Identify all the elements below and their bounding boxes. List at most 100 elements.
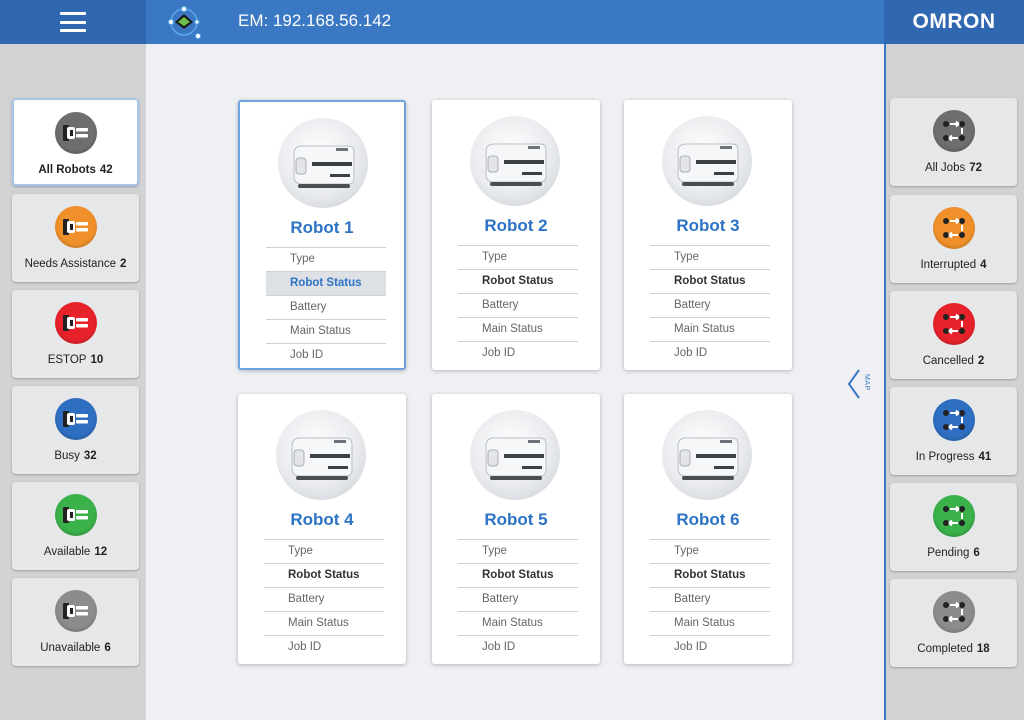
- brand-text: OMRON: [912, 10, 996, 33]
- filter-count: 2: [120, 258, 127, 270]
- robot-icon: [54, 112, 97, 154]
- top-bar: [0, 0, 1024, 44]
- filter-name: Busy: [54, 450, 80, 462]
- robot-name: Robot 2: [484, 216, 548, 235]
- filter-label: Cancelled 2: [923, 355, 985, 367]
- robot-field-robot-status: Robot Status: [650, 269, 770, 293]
- job-filter-in-progress[interactable]: In Progress 41: [890, 387, 1017, 475]
- robot-image: [470, 116, 560, 206]
- job-filter-all-jobs[interactable]: All Jobs 72: [890, 98, 1017, 186]
- filter-count: 6: [104, 642, 111, 654]
- robot-field-robot-status: Robot Status: [264, 563, 384, 587]
- chevron-left-icon: [847, 369, 860, 399]
- filter-label: ESTOP 10: [48, 354, 104, 366]
- robot-card[interactable]: Robot 5 Type Robot Status Battery Main Statu…: [432, 394, 600, 664]
- fleet-logo-icon: [168, 6, 201, 39]
- job-icon: [932, 303, 975, 345]
- hamburger-icon: [60, 12, 86, 32]
- brand-logo: OMRON: [884, 0, 1024, 44]
- robot-field-main-status: Main Status: [458, 611, 578, 635]
- robot-filter-needs-assistance[interactable]: Needs Assistance 2: [12, 194, 139, 282]
- robot-card[interactable]: Robot 2 Type Robot Status Battery Main Statu…: [432, 100, 600, 370]
- robot-filter-all-robots[interactable]: All Robots 42: [12, 98, 139, 186]
- robot-icon: [54, 206, 97, 248]
- robot-icon: [54, 398, 97, 440]
- robot-field-battery: Battery: [458, 293, 578, 317]
- filter-name: Interrupted: [920, 259, 977, 271]
- filter-count: 12: [94, 546, 108, 558]
- filter-label: Available 12: [44, 546, 107, 558]
- robot-fields: Type Robot Status Battery Main Status Job ID: [458, 245, 578, 365]
- job-icon: [932, 495, 975, 537]
- job-filter-pending[interactable]: Pending 6: [890, 483, 1017, 571]
- job-filter-interrupted[interactable]: Interrupted 4: [890, 195, 1017, 283]
- robot-fields: Type Robot Status Battery Main Status Job ID: [266, 247, 386, 367]
- filter-count: 4: [980, 259, 987, 271]
- robot-filter-estop[interactable]: ESTOP 10: [12, 290, 139, 378]
- robot-field-main-status: Main Status: [266, 319, 386, 343]
- robot-field-robot-status: Robot Status: [650, 563, 770, 587]
- robot-name: Robot 4: [290, 510, 354, 529]
- robot-filter-available[interactable]: Available 12: [12, 482, 139, 570]
- filter-label: Unavailable 6: [40, 642, 111, 654]
- robot-field-job-id: Job ID: [650, 635, 770, 659]
- map-tab-label: MAP: [863, 374, 870, 391]
- robot-field-type: Type: [264, 539, 384, 563]
- robot-field-type: Type: [458, 245, 578, 269]
- robot-field-robot-status[interactable]: Robot Status: [266, 271, 386, 295]
- map-drawer-tab[interactable]: MAP: [846, 368, 876, 400]
- robot-field-job-id: Job ID: [264, 635, 384, 659]
- robot-image: [662, 116, 752, 206]
- filter-count: 18: [976, 643, 990, 655]
- robot-field-main-status: Main Status: [650, 317, 770, 341]
- robot-field-battery: Battery: [264, 587, 384, 611]
- robot-icon: [54, 494, 97, 536]
- robot-name: Robot 6: [676, 510, 740, 529]
- robot-field-robot-status: Robot Status: [458, 269, 578, 293]
- robot-card[interactable]: Robot 6 Type Robot Status Battery Main Statu…: [624, 394, 792, 664]
- robot-card[interactable]: Robot 3 Type Robot Status Battery Main Statu…: [624, 100, 792, 370]
- filter-label: Busy 32: [54, 450, 96, 462]
- filter-label: In Progress 41: [916, 451, 992, 463]
- robot-field-type: Type: [650, 539, 770, 563]
- menu-button[interactable]: [0, 0, 146, 44]
- job-icon: [932, 591, 975, 633]
- robot-icon: [54, 302, 97, 344]
- robot-field-main-status: Main Status: [264, 611, 384, 635]
- filter-label: Pending 6: [927, 547, 980, 559]
- job-icon: [932, 110, 975, 152]
- filter-name: Cancelled: [922, 355, 974, 367]
- robot-filter-unavailable[interactable]: Unavailable 6: [12, 578, 139, 666]
- job-filter-completed[interactable]: Completed 18: [890, 579, 1017, 667]
- filter-name: Completed: [917, 643, 973, 655]
- robot-field-job-id: Job ID: [266, 343, 386, 367]
- robot-field-robot-status: Robot Status: [458, 563, 578, 587]
- filter-label: Interrupted 4: [920, 259, 986, 271]
- robot-name: Robot 5: [484, 510, 548, 529]
- filter-count: 72: [969, 162, 983, 174]
- robot-name: Robot 3: [676, 216, 740, 235]
- robot-filter-busy[interactable]: Busy 32: [12, 386, 139, 474]
- robot-fields: Type Robot Status Battery Main Status Job ID: [650, 539, 770, 659]
- job-filter-cancelled[interactable]: Cancelled 2: [890, 291, 1017, 379]
- filter-name: In Progress: [915, 451, 975, 463]
- robot-image: [276, 410, 366, 500]
- filter-count: 10: [90, 354, 104, 366]
- filter-count: 41: [978, 451, 992, 463]
- filter-label: All Jobs 72: [925, 162, 982, 174]
- robot-card[interactable]: Robot 4 Type Robot Status Battery Main Statu…: [238, 394, 406, 664]
- robot-image: [278, 118, 368, 208]
- filter-name: All Jobs: [924, 162, 966, 174]
- robot-card[interactable]: Robot 1 Type Robot Status Battery Main Statu…: [238, 100, 406, 370]
- filter-name: Unavailable: [40, 642, 101, 654]
- robot-field-job-id: Job ID: [650, 341, 770, 365]
- robot-fields: Type Robot Status Battery Main Status Job ID: [458, 539, 578, 659]
- robot-field-main-status: Main Status: [458, 317, 578, 341]
- filter-label: All Robots 42: [38, 164, 112, 176]
- robot-fields: Type Robot Status Battery Main Status Job ID: [650, 245, 770, 365]
- filter-name: Needs Assistance: [24, 258, 116, 270]
- robot-name: Robot 1: [290, 218, 354, 237]
- robot-field-main-status: Main Status: [650, 611, 770, 635]
- filter-label: Needs Assistance 2: [25, 258, 127, 270]
- robot-field-type: Type: [458, 539, 578, 563]
